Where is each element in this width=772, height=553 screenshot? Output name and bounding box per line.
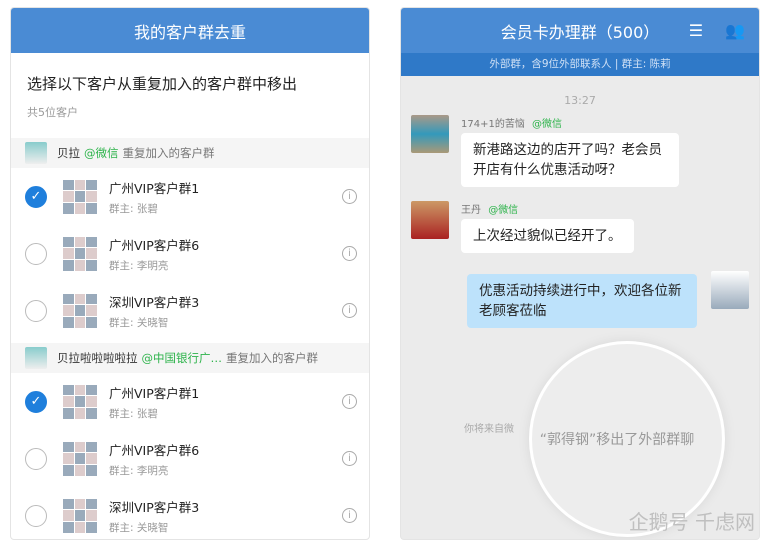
group-avatar	[63, 499, 97, 533]
group-name: 广州VIP客户群6	[109, 440, 199, 459]
info-icon[interactable]: i	[342, 246, 357, 261]
group-name: 深圳VIP客户群3	[109, 497, 199, 516]
group-owner: 群主: 李明亮	[109, 258, 199, 273]
avatar	[25, 142, 47, 164]
avatar[interactable]	[411, 201, 449, 239]
chat-title: 会员卡办理群（500）	[501, 19, 660, 43]
info-icon[interactable]: i	[342, 451, 357, 466]
customer-header: 贝拉@微信重复加入的客户群	[11, 138, 369, 168]
group-avatar	[63, 237, 97, 271]
checkbox[interactable]: ✓	[25, 186, 47, 208]
info-icon[interactable]: i	[342, 303, 357, 318]
group-owner: 群主: 李明亮	[109, 463, 199, 478]
group-name: 广州VIP客户群1	[109, 178, 199, 197]
message-bubble: 优惠活动持续进行中，欢迎各位新老顾客莅临	[467, 274, 697, 328]
message-bubble: 新港路这边的店开了吗？老会员开店有什么优惠活动呀？	[461, 133, 679, 187]
info-icon[interactable]: i	[342, 508, 357, 523]
sender-source: @微信	[532, 119, 562, 130]
customer-source: @中国银行广…	[142, 350, 223, 366]
group-avatar	[63, 385, 97, 419]
checkbox[interactable]	[25, 300, 47, 322]
header: 我的客户群去重	[11, 8, 369, 53]
customer-source: @微信	[84, 145, 119, 161]
avatar[interactable]	[711, 271, 749, 309]
customer-header: 贝拉啦啦啦啦拉@中国银行广…重复加入的客户群	[11, 343, 369, 373]
my-message: 优惠活动持续进行中，欢迎各位新老顾客莅临	[401, 271, 759, 328]
group-avatar	[63, 180, 97, 214]
checkbox[interactable]: ✓	[25, 391, 47, 413]
header: 会员卡办理群（500） ☰ 👥	[401, 8, 759, 53]
message: 王丹 @微信 上次经过貌似已经开了。	[401, 201, 759, 253]
chat-panel: 会员卡办理群（500） ☰ 👥 外部群，含9位外部联系人 | 群主: 陈莉 13:…	[400, 7, 760, 540]
watermark: 企鹅号 千虑网	[629, 506, 755, 535]
instruction: 选择以下客户从重复加入的客户群中移出	[11, 53, 369, 94]
system-message: “郭得钢”移出了外部群聊	[540, 429, 695, 449]
system-message-partial: 你将来自微	[464, 420, 514, 435]
sender-name: 174+1的苦恼	[461, 119, 525, 130]
customer-name: 贝拉	[57, 145, 80, 161]
checkbox[interactable]	[25, 243, 47, 265]
group-avatar	[63, 294, 97, 328]
group-name: 深圳VIP客户群3	[109, 292, 199, 311]
group-owner: 群主: 张碧	[109, 406, 199, 421]
group-owner: 群主: 张碧	[109, 201, 199, 216]
header-title: 我的客户群去重	[134, 19, 246, 43]
info-icon[interactable]: i	[342, 189, 357, 204]
customer-note: 重复加入的客户群	[123, 145, 215, 161]
group-item[interactable]: ✓ 广州VIP客户群1 群主: 张碧 i	[11, 168, 369, 225]
avatar	[25, 347, 47, 369]
group-item[interactable]: 广州VIP客户群6 群主: 李明亮 i	[11, 430, 369, 487]
group-name: 广州VIP客户群1	[109, 383, 199, 402]
avatar[interactable]	[411, 115, 449, 153]
dedupe-panel: 我的客户群去重 选择以下客户从重复加入的客户群中移出 共5位客户 贝拉@微信重复…	[10, 7, 370, 540]
group-item[interactable]: 广州VIP客户群6 群主: 李明亮 i	[11, 225, 369, 282]
sender-name: 王丹	[461, 205, 481, 216]
checkbox[interactable]	[25, 505, 47, 527]
group-owner: 群主: 关晓智	[109, 520, 199, 535]
menu-icon[interactable]: ☰	[689, 21, 703, 40]
group-name: 广州VIP客户群6	[109, 235, 199, 254]
message-bubble: 上次经过貌似已经开了。	[461, 219, 634, 253]
checkbox[interactable]	[25, 448, 47, 470]
customer-name: 贝拉啦啦啦啦拉	[57, 350, 138, 366]
group-item[interactable]: 深圳VIP客户群3 群主: 关晓智 i	[11, 487, 369, 540]
sender-source: @微信	[488, 205, 518, 216]
message: 174+1的苦恼 @微信 新港路这边的店开了吗？老会员开店有什么优惠活动呀？	[401, 115, 759, 187]
customer-count: 共5位客户	[11, 94, 369, 134]
info-icon[interactable]: i	[342, 394, 357, 409]
group-info: 外部群，含9位外部联系人 | 群主: 陈莉	[401, 53, 759, 76]
group-item[interactable]: ✓ 广州VIP客户群1 群主: 张碧 i	[11, 373, 369, 430]
group-item[interactable]: 深圳VIP客户群3 群主: 关晓智 i	[11, 282, 369, 339]
timestamp: 13:27	[401, 94, 759, 107]
group-avatar	[63, 442, 97, 476]
customer-note: 重复加入的客户群	[226, 350, 318, 366]
members-icon[interactable]: 👥	[725, 21, 745, 40]
group-owner: 群主: 关晓智	[109, 315, 199, 330]
